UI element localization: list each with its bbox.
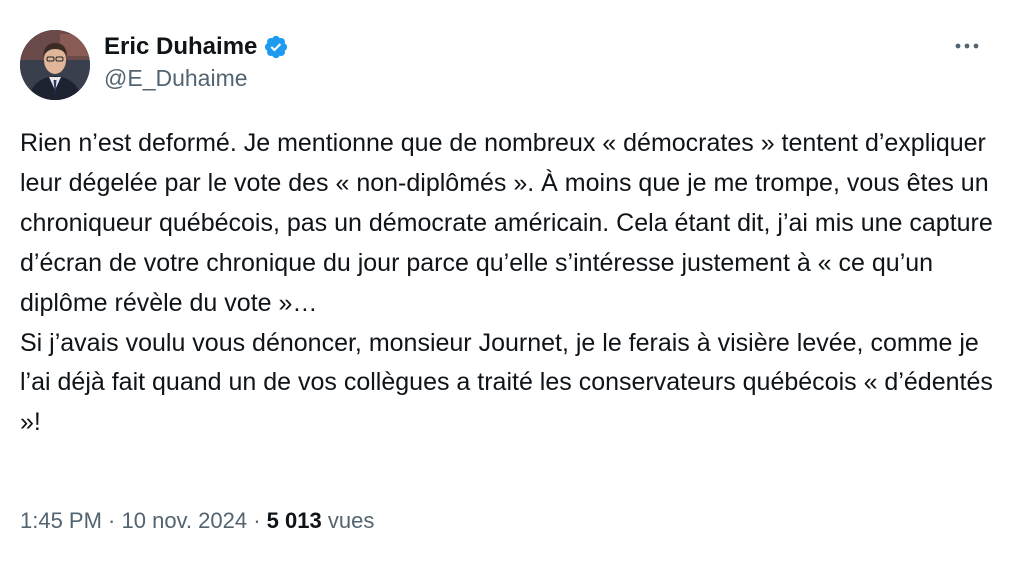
views-count[interactable]: 5 013 (267, 508, 322, 533)
verified-badge-icon[interactable] (263, 34, 289, 60)
user-handle[interactable]: @E_Duhaime (104, 65, 289, 92)
avatar-photo (20, 30, 90, 100)
meta-separator: · (101, 508, 122, 533)
meta-separator: · (247, 508, 267, 533)
more-icon[interactable] (954, 36, 980, 56)
tweet-time[interactable]: 1:45 PM (20, 508, 102, 533)
tweet-paragraph: Si j’avais voulu vous dénoncer, monsieur… (20, 328, 993, 437)
name-row: Eric Duhaime (104, 30, 289, 64)
tweet-meta: 1:45 PM · 10 nov. 2024 · 5 013 vues (20, 508, 374, 534)
views-label: vues (327, 508, 375, 533)
tweet-text: Rien n’est deformé. Je mentionne que de … (20, 124, 1000, 443)
tweet-date[interactable]: 10 nov. 2024 (122, 508, 248, 533)
tweet-paragraph: Rien n’est deformé. Je mentionne que de … (20, 129, 993, 317)
tweet: Eric Duhaime @E_Duhaime Rien n’est defor… (0, 0, 1014, 564)
display-name[interactable]: Eric Duhaime (104, 33, 257, 61)
avatar[interactable] (20, 30, 90, 100)
tweet-header: Eric Duhaime @E_Duhaime (104, 30, 289, 92)
